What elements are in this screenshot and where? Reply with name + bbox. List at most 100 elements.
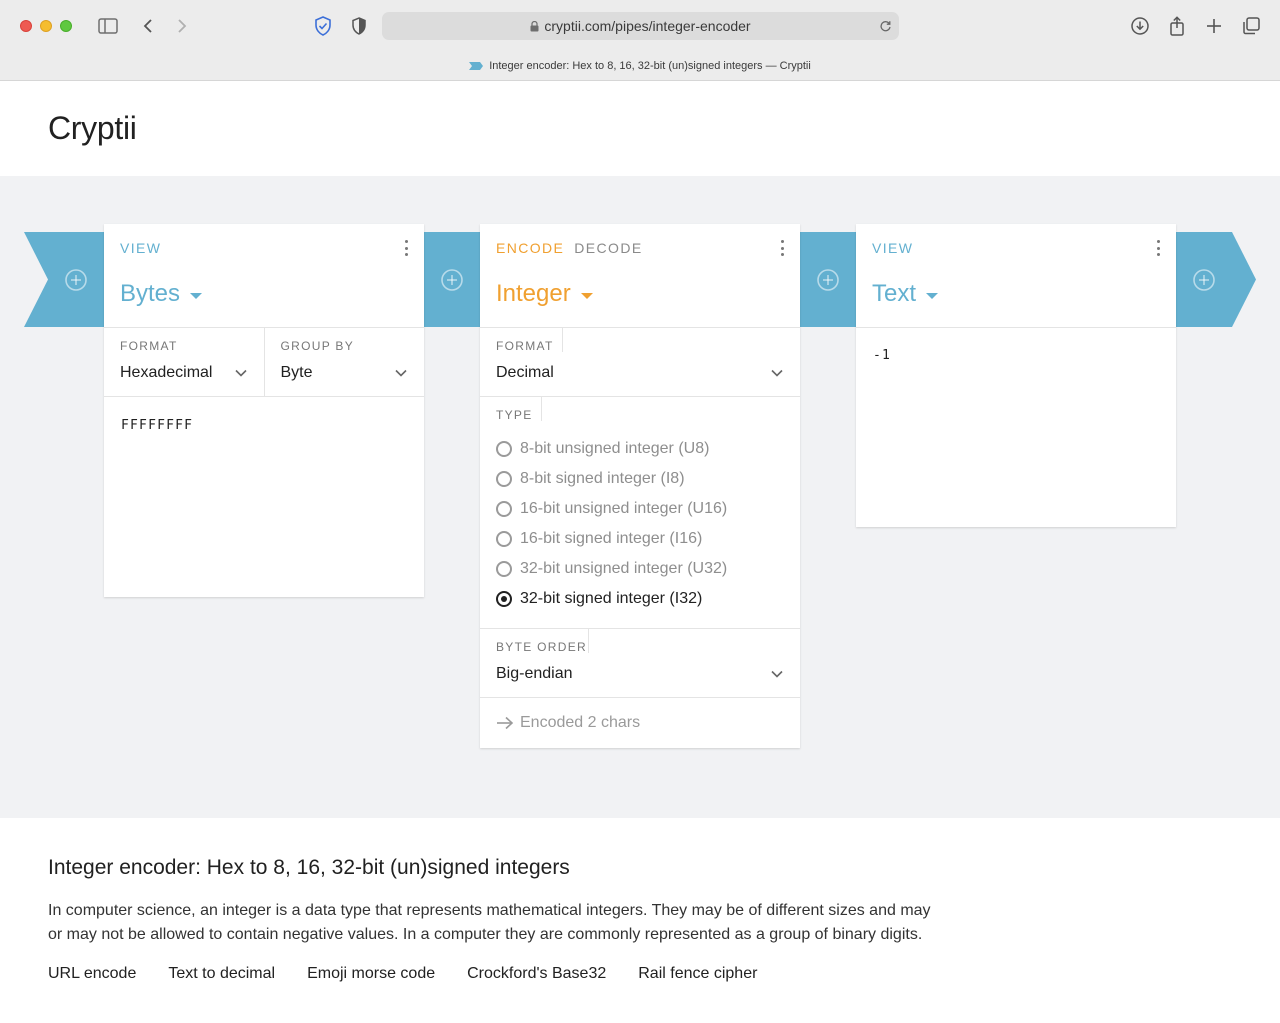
card-header: VIEW Text: [856, 224, 1176, 328]
radio-button[interactable]: [496, 531, 512, 547]
integer-encoder-card: ENCODE DECODE Integer FORMAT Decimal TYPE…: [480, 224, 800, 748]
decode-tab[interactable]: DECODE: [574, 240, 642, 256]
mode-toggle: ENCODE DECODE: [496, 240, 643, 256]
type-option-u32[interactable]: 32-bit unsigned integer (U32): [496, 554, 784, 584]
related-link[interactable]: Emoji morse code: [307, 965, 435, 983]
format-select[interactable]: FORMAT Hexadecimal: [104, 328, 264, 396]
type-option-i8[interactable]: 8-bit signed integer (I8): [496, 464, 784, 494]
active-tab[interactable]: Integer encoder: Hex to 8, 16, 32-bit (u…: [0, 56, 1280, 76]
content-blocker-icon[interactable]: [347, 14, 371, 38]
brick-selector[interactable]: Bytes: [120, 280, 203, 308]
browser-toolbar: cryptii.com/pipes/integer-encoder Intege…: [0, 0, 1280, 81]
related-links: URL encode Text to decimal Emoji morse c…: [48, 965, 948, 983]
add-brick-icon[interactable]: [440, 268, 464, 292]
address-bar[interactable]: cryptii.com/pipes/integer-encoder: [382, 12, 899, 40]
zoom-window-button[interactable]: [60, 20, 72, 32]
related-link[interactable]: Rail fence cipher: [638, 965, 757, 983]
share-icon[interactable]: [1165, 14, 1189, 38]
group-by-value: Byte: [280, 364, 313, 381]
pipe-connector-start: [24, 232, 104, 327]
byte-order-select[interactable]: BYTE ORDER Big-endian: [480, 629, 800, 697]
text-content-input[interactable]: -1: [856, 328, 1176, 527]
brick-title: Integer: [496, 280, 571, 307]
caret-down-icon: [580, 292, 593, 299]
format-select[interactable]: FORMAT Decimal: [480, 328, 800, 396]
type-option-u8[interactable]: 8-bit unsigned integer (U8): [496, 434, 784, 464]
site-header: Cryptii: [0, 81, 1280, 176]
format-value: Hexadecimal: [120, 364, 213, 381]
tab-overview-icon[interactable]: [1239, 14, 1263, 38]
settings-row: FORMAT Hexadecimal GROUP BY Byte: [104, 328, 424, 397]
site-title[interactable]: Cryptii: [48, 110, 137, 147]
type-label: TYPE: [496, 408, 533, 422]
type-option-u16[interactable]: 16-bit unsigned integer (U16): [496, 494, 784, 524]
chevron-down-icon: [771, 670, 783, 678]
format-value: Decimal: [496, 364, 554, 381]
pipe-area: VIEW Bytes FORMAT Hexadecimal GROUP BY B…: [0, 176, 1280, 818]
more-options-icon[interactable]: [1154, 240, 1162, 256]
reload-icon[interactable]: [877, 18, 893, 34]
format-label: FORMAT: [120, 339, 178, 353]
byte-order-label: BYTE ORDER: [496, 640, 588, 654]
type-radio-group: TYPE 8-bit unsigned integer (U8) 8-bit s…: [480, 397, 800, 629]
back-icon[interactable]: [136, 14, 160, 38]
arrow-right-icon: [497, 716, 514, 730]
type-option-i32[interactable]: 32-bit signed integer (I32): [496, 584, 784, 614]
bytes-content-input[interactable]: FFFFFFFF: [104, 397, 424, 597]
status-text: Encoded 2 chars: [520, 714, 641, 731]
text-view-card: VIEW Text -1: [856, 224, 1176, 527]
add-brick-icon[interactable]: [64, 268, 88, 292]
settings-row: FORMAT Decimal: [480, 328, 800, 397]
description-section: Integer encoder: Hex to 8, 16, 32-bit (u…: [48, 856, 948, 983]
group-by-select[interactable]: GROUP BY Byte: [263, 328, 425, 396]
card-header: VIEW Bytes: [104, 224, 424, 328]
label-divider: [541, 397, 542, 421]
minimize-window-button[interactable]: [40, 20, 52, 32]
pipe-connector-end: [1176, 232, 1256, 327]
settings-row: BYTE ORDER Big-endian: [480, 629, 800, 698]
tab-title: Integer encoder: Hex to 8, 16, 32-bit (u…: [489, 60, 811, 72]
pipe-connector-2: [800, 232, 856, 327]
caret-down-icon: [190, 292, 203, 299]
view-label: VIEW: [872, 240, 914, 256]
chevron-down-icon: [771, 369, 783, 377]
radio-button[interactable]: [496, 561, 512, 577]
type-option-label: 8-bit unsigned integer (U8): [520, 440, 710, 457]
type-option-label: 8-bit signed integer (I8): [520, 470, 685, 487]
downloads-icon[interactable]: [1128, 14, 1152, 38]
chevron-down-icon: [234, 369, 247, 377]
url-text: cryptii.com/pipes/integer-encoder: [544, 18, 751, 34]
label-divider: [588, 629, 589, 653]
cryptii-favicon-icon: [469, 62, 484, 70]
encode-status: Encoded 2 chars: [480, 698, 800, 748]
chevron-down-icon: [395, 369, 407, 377]
brick-selector[interactable]: Integer: [496, 280, 593, 308]
close-window-button[interactable]: [20, 20, 32, 32]
caret-down-icon: [926, 292, 939, 299]
related-link[interactable]: Crockford's Base32: [467, 965, 606, 983]
privacy-shield-icon[interactable]: [311, 14, 335, 38]
brick-title: Text: [872, 280, 917, 307]
forward-icon[interactable]: [170, 14, 194, 38]
brick-selector[interactable]: Text: [872, 280, 939, 308]
encode-tab[interactable]: ENCODE: [496, 240, 564, 256]
new-tab-icon[interactable]: [1202, 14, 1226, 38]
radio-button[interactable]: [496, 441, 512, 457]
radio-button[interactable]: [496, 501, 512, 517]
related-link[interactable]: URL encode: [48, 965, 136, 983]
description-title: Integer encoder: Hex to 8, 16, 32-bit (u…: [48, 856, 570, 879]
add-brick-icon[interactable]: [1192, 268, 1216, 292]
add-brick-icon[interactable]: [816, 268, 840, 292]
type-option-i16[interactable]: 16-bit signed integer (I16): [496, 524, 784, 554]
lock-icon: [530, 20, 539, 32]
type-option-label: 16-bit unsigned integer (U16): [520, 500, 728, 517]
related-link[interactable]: Text to decimal: [168, 965, 275, 983]
radio-button[interactable]: [496, 471, 512, 487]
card-header: ENCODE DECODE Integer: [480, 224, 800, 328]
sidebar-toggle-icon[interactable]: [96, 14, 120, 38]
more-options-icon[interactable]: [402, 240, 410, 256]
more-options-icon[interactable]: [778, 240, 786, 256]
type-option-label: 32-bit unsigned integer (U32): [520, 560, 728, 577]
radio-button[interactable]: [496, 591, 512, 607]
byte-order-value: Big-endian: [496, 665, 573, 682]
